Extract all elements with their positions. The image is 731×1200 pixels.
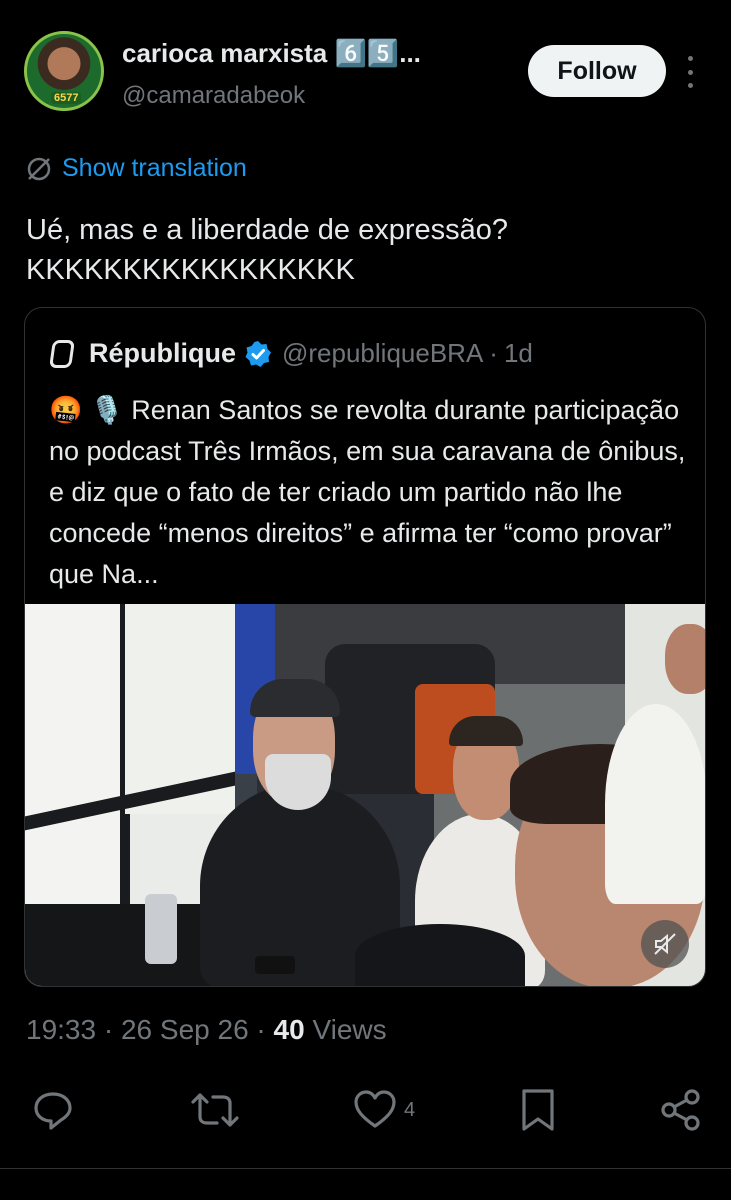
like-icon xyxy=(354,1090,396,1128)
share-icon xyxy=(661,1089,700,1131)
mute-button[interactable] xyxy=(641,920,689,968)
bookmark-button[interactable] xyxy=(518,1084,558,1136)
bottom-divider xyxy=(0,1168,731,1169)
quoted-tweet-text: 🤬 🎙️ Renan Santos se revolta durante par… xyxy=(49,395,686,589)
quoted-video[interactable] xyxy=(25,604,705,986)
bookmark-icon xyxy=(522,1089,554,1131)
reply-button[interactable] xyxy=(30,1084,76,1136)
avatar[interactable]: 6577 xyxy=(24,31,104,111)
quoted-author-handle[interactable]: @republiqueBRA xyxy=(282,338,483,369)
action-bar: 4 xyxy=(0,1084,731,1136)
quoted-author-name[interactable]: République xyxy=(89,338,236,369)
tweet-time: 19:33 xyxy=(26,1014,97,1045)
republique-logo-icon xyxy=(49,339,75,368)
tweet-text: Ué, mas e a liberdade de expressão? KKKK… xyxy=(26,214,509,286)
author-display-name[interactable]: carioca marxista 6️⃣5️⃣... xyxy=(122,38,421,69)
quoted-tweet[interactable]: République @republiqueBRA · 1d 🤬 🎙️ Rena… xyxy=(24,307,706,987)
quoted-tweet-header: République @republiqueBRA · 1d xyxy=(49,338,533,369)
quoted-separator: · xyxy=(489,338,498,368)
show-translation-link[interactable]: Show translation xyxy=(26,154,247,183)
retweet-icon xyxy=(191,1093,239,1127)
tweet-date: 26 Sep 26 xyxy=(120,1014,249,1045)
follow-button[interactable]: Follow xyxy=(528,45,666,97)
translate-icon xyxy=(27,157,51,180)
verified-icon xyxy=(245,340,271,367)
author-handle[interactable]: @camaradabeok xyxy=(122,82,305,110)
reply-icon xyxy=(34,1092,72,1130)
views-label: Views xyxy=(312,1014,387,1045)
avatar-badge: 6577 xyxy=(51,92,82,104)
retweet-button[interactable] xyxy=(190,1084,240,1136)
quoted-timestamp[interactable]: 1d xyxy=(504,338,533,369)
meta-separator: · xyxy=(103,1014,114,1045)
person-right xyxy=(605,704,705,904)
like-count: 4 xyxy=(404,1098,416,1121)
tweet-meta: 19:33 · 26 Sep 26 · 40 Views xyxy=(26,1014,387,1046)
views-count: 40 xyxy=(273,1014,305,1045)
mute-icon xyxy=(654,933,676,955)
like-button[interactable]: 4 xyxy=(352,1084,415,1136)
share-button[interactable] xyxy=(658,1084,704,1136)
meta-separator: · xyxy=(256,1014,266,1045)
show-translation-label: Show translation xyxy=(62,154,247,182)
more-options-icon[interactable] xyxy=(684,56,696,88)
